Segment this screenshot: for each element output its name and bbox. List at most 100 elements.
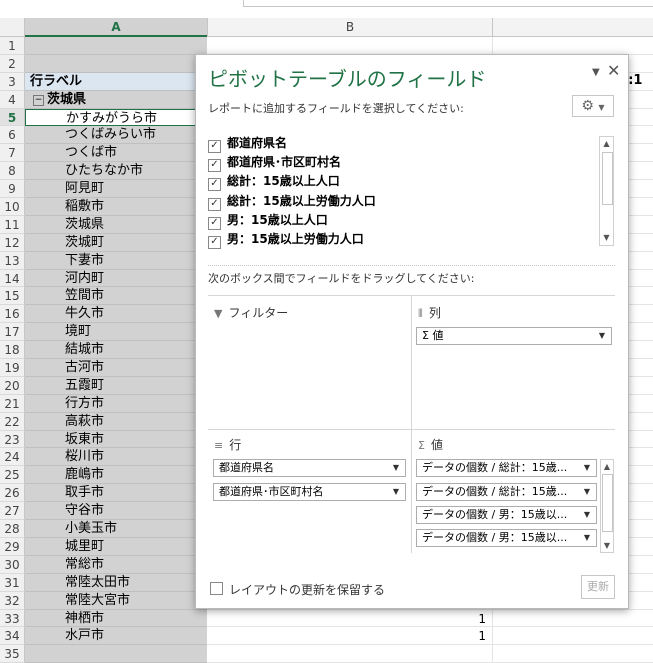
row-number[interactable]: 7 xyxy=(0,144,25,163)
chevron-down-icon[interactable]: ▼ xyxy=(584,484,590,500)
pivot-row-item[interactable]: 水戸市 xyxy=(25,627,207,646)
row-number[interactable]: 18 xyxy=(0,341,25,360)
pivot-row-item[interactable]: 下妻市 xyxy=(25,251,207,270)
row-number[interactable]: 17 xyxy=(0,323,25,342)
pivot-row-item[interactable] xyxy=(25,645,207,663)
group-row[interactable]: − 茨城県 xyxy=(25,90,207,109)
pivot-row-item[interactable]: 境町 xyxy=(25,323,207,342)
row-number[interactable]: 23 xyxy=(0,430,25,449)
row-number[interactable]: 8 xyxy=(0,162,25,181)
checkbox-checked-icon[interactable]: ✓ xyxy=(208,235,221,249)
pivot-row-item[interactable]: かすみがうら市 xyxy=(25,108,207,127)
row-number[interactable]: 12 xyxy=(0,233,25,252)
row-number[interactable]: 30 xyxy=(0,555,25,574)
row-number[interactable]: 34 xyxy=(0,627,25,646)
row-number[interactable]: 5 xyxy=(0,108,25,127)
column-header-a[interactable]: A xyxy=(25,18,207,37)
pivot-row-item[interactable]: 河内町 xyxy=(25,269,207,288)
cell-b[interactable] xyxy=(207,645,492,663)
row-number[interactable]: 20 xyxy=(0,376,25,395)
row-number[interactable]: 11 xyxy=(0,215,25,234)
row-number[interactable]: 15 xyxy=(0,287,25,306)
row-number[interactable]: 14 xyxy=(0,269,25,288)
update-button[interactable]: 更新 xyxy=(581,575,615,599)
cell[interactable] xyxy=(25,37,207,55)
pivot-row-item[interactable]: 高萩市 xyxy=(25,412,207,431)
checkbox-checked-icon[interactable]: ✓ xyxy=(208,178,221,192)
pane-options-icon[interactable]: ▼ xyxy=(592,67,600,78)
scroll-down-icon[interactable]: ▼ xyxy=(600,231,613,245)
select-all-corner[interactable] xyxy=(0,18,25,37)
checkbox[interactable] xyxy=(210,582,223,595)
chevron-down-icon[interactable]: ▼ xyxy=(393,460,399,476)
cell-b[interactable]: 1 xyxy=(207,627,492,646)
row-number[interactable]: 25 xyxy=(0,466,25,485)
cell-c[interactable] xyxy=(492,609,653,628)
column-header-c[interactable] xyxy=(492,18,653,37)
column-field-values[interactable]: Σ 値 ▼ xyxy=(416,327,612,345)
value-field[interactable]: データの個数 / 男：15歳以... ▼ xyxy=(416,529,597,547)
pivot-row-item[interactable]: 五霞町 xyxy=(25,376,207,395)
pivot-row-item[interactable]: 茨城県 xyxy=(25,215,207,234)
pivot-row-item[interactable]: 常陸大宮市 xyxy=(25,591,207,610)
pivot-row-item[interactable]: 常陸太田市 xyxy=(25,573,207,592)
chevron-down-icon[interactable]: ▼ xyxy=(599,328,605,344)
row-number[interactable]: 29 xyxy=(0,537,25,556)
field-item[interactable]: ✓ 総計：15歳以上人口 xyxy=(208,172,615,192)
pivot-row-item[interactable]: 牛久市 xyxy=(25,305,207,324)
pivot-row-item[interactable]: つくばみらい市 xyxy=(25,126,207,145)
column-header-b[interactable]: B xyxy=(207,18,492,37)
pivot-row-item[interactable]: 常総市 xyxy=(25,555,207,574)
scroll-up-icon[interactable]: ▲ xyxy=(600,137,613,151)
row-number[interactable]: 26 xyxy=(0,484,25,503)
pivot-row-item[interactable]: 行方市 xyxy=(25,394,207,413)
value-field[interactable]: データの個数 / 総計：15歳... ▼ xyxy=(416,483,597,501)
field-item[interactable]: ✓ 都道府県名 xyxy=(208,134,615,153)
scroll-down-icon[interactable]: ▼ xyxy=(601,539,613,552)
row-number[interactable]: 10 xyxy=(0,198,25,216)
chevron-down-icon[interactable]: ▼ xyxy=(584,507,590,523)
formula-bar[interactable] xyxy=(243,0,653,7)
pivot-row-item[interactable]: 笠間市 xyxy=(25,287,207,306)
pivot-row-item[interactable]: 城里町 xyxy=(25,537,207,556)
tools-gear-button[interactable]: ⚙ ▼ xyxy=(572,95,614,117)
pivot-row-item[interactable]: 小美玉市 xyxy=(25,520,207,538)
collapse-icon[interactable]: − xyxy=(33,94,44,106)
row-number[interactable]: 33 xyxy=(0,609,25,628)
checkbox-checked-icon[interactable]: ✓ xyxy=(208,159,221,173)
row-number[interactable]: 2 xyxy=(0,54,25,73)
pivot-row-item[interactable]: つくば市 xyxy=(25,144,207,163)
row-field-prefecture[interactable]: 都道府県名 ▼ xyxy=(213,459,406,477)
chevron-down-icon[interactable]: ▼ xyxy=(584,460,590,476)
pivot-row-item[interactable]: 桜川市 xyxy=(25,448,207,467)
pivot-row-item[interactable]: 取手市 xyxy=(25,484,207,503)
chevron-down-icon[interactable]: ▼ xyxy=(393,484,399,500)
defer-layout-checkbox[interactable]: レイアウトの更新を保留する xyxy=(210,581,385,598)
close-icon[interactable]: ✕ xyxy=(607,61,620,80)
field-item[interactable]: ✓ 総計：15歳以上労働力人口 xyxy=(208,192,615,211)
row-number[interactable]: 22 xyxy=(0,412,25,431)
field-item[interactable]: ✓ 男：15歳以上労働力人口 xyxy=(208,230,615,249)
chevron-down-icon[interactable]: ▼ xyxy=(584,530,590,546)
row-number[interactable]: 24 xyxy=(0,448,25,467)
checkbox-checked-icon[interactable]: ✓ xyxy=(208,216,221,230)
pivot-row-item[interactable]: 阿見町 xyxy=(25,180,207,199)
row-number[interactable]: 27 xyxy=(0,502,25,521)
pivot-row-item[interactable]: 茨城町 xyxy=(25,233,207,252)
field-item[interactable]: ✓ 男：15歳以上人口 xyxy=(208,211,615,230)
row-number[interactable]: 9 xyxy=(0,180,25,199)
cell-b[interactable]: 1 xyxy=(207,610,492,628)
pivot-row-item[interactable]: 鹿嶋市 xyxy=(25,466,207,485)
row-number[interactable]: 16 xyxy=(0,305,25,324)
scroll-thumb[interactable] xyxy=(602,474,613,532)
pivot-row-item[interactable]: ひたちなか市 xyxy=(25,162,207,181)
row-number[interactable]: 32 xyxy=(0,591,25,610)
row-number[interactable]: 13 xyxy=(0,251,25,270)
row-number[interactable]: 1 xyxy=(0,37,25,55)
field-item[interactable]: ✓ 都道府県･市区町村名 xyxy=(208,153,615,173)
scroll-thumb[interactable] xyxy=(602,152,613,205)
row-number[interactable]: 31 xyxy=(0,573,25,592)
row-field-municipality[interactable]: 都道府県･市区町村名 ▼ xyxy=(213,483,406,501)
field-list-scrollbar[interactable]: ▲ ▼ xyxy=(599,136,614,246)
cell-c[interactable] xyxy=(492,645,653,663)
